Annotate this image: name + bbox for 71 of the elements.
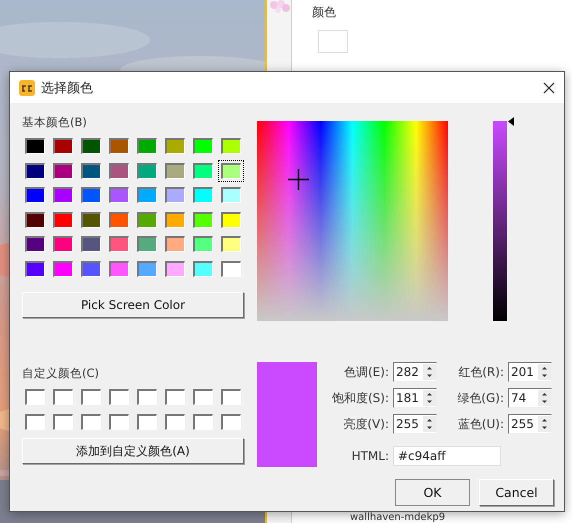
field-label: 红色(R): [457, 364, 504, 380]
color-swatch[interactable] [50, 135, 76, 157]
color-swatch[interactable] [50, 184, 76, 206]
custom-color-swatch[interactable] [53, 414, 73, 430]
field-label: 饱和度(S): [330, 390, 389, 406]
custom-color-swatch[interactable] [53, 389, 73, 405]
blossom-icon [269, 0, 291, 14]
custom-color-swatch[interactable] [193, 389, 213, 405]
color-swatch[interactable] [22, 233, 48, 255]
color-swatch[interactable] [78, 135, 104, 157]
color-box[interactable] [318, 30, 348, 53]
color-swatch[interactable] [190, 233, 216, 255]
color-swatch[interactable] [218, 184, 244, 206]
custom-color-swatch[interactable] [109, 414, 129, 430]
custom-color-swatch[interactable] [25, 389, 45, 405]
dialog-button[interactable]: Cancel [479, 479, 554, 506]
spin-box[interactable]: 255 [508, 414, 552, 434]
color-swatch[interactable] [106, 233, 132, 255]
color-swatch[interactable] [106, 184, 132, 206]
html-input-field[interactable]: #c94aff [393, 446, 501, 466]
custom-color-swatch[interactable] [165, 389, 185, 405]
custom-color-swatch[interactable] [221, 414, 241, 430]
custom-color-swatch[interactable] [25, 414, 45, 430]
color-swatch[interactable] [22, 184, 48, 206]
section-label: 基本颜色(B) [22, 115, 88, 130]
color-swatch[interactable] [162, 233, 188, 255]
color-swatch[interactable] [50, 233, 76, 255]
field-label: 蓝色(U): [456, 416, 504, 432]
window-title: 选择颜色 [41, 80, 94, 96]
color-swatch[interactable] [78, 233, 104, 255]
app-icon [19, 80, 35, 96]
spin-box[interactable]: 255 [393, 414, 437, 434]
field-label: HTML: [350, 448, 389, 465]
color-swatch[interactable] [22, 135, 48, 157]
custom-color-swatch[interactable] [109, 389, 129, 405]
close-icon[interactable] [543, 82, 555, 94]
custom-color-swatch[interactable] [165, 414, 185, 430]
file-name: wallhaven-mdekp9 [350, 513, 446, 523]
panel-label: 颜色 [312, 4, 337, 21]
color-swatch[interactable] [218, 160, 244, 182]
field-label: 色调(E): [343, 364, 389, 380]
color-swatch[interactable] [134, 233, 160, 255]
color-spectrum[interactable] [257, 121, 448, 321]
color-swatch[interactable] [78, 184, 104, 206]
field-label: 亮度(V): [342, 416, 389, 432]
luminance-pointer-icon[interactable] [508, 117, 514, 126]
section-label: 自定义颜色(C) [22, 366, 100, 381]
color-swatch[interactable] [134, 184, 160, 206]
spin-box[interactable]: 181 [393, 388, 437, 408]
custom-color-swatch[interactable] [81, 389, 101, 405]
crosshair-icon[interactable] [288, 169, 310, 190]
custom-color-swatch[interactable] [81, 414, 101, 430]
field-label: 绿色(G): [456, 390, 504, 406]
color-swatch[interactable] [190, 135, 216, 157]
spin-box[interactable]: 282 [393, 362, 437, 382]
color-swatch[interactable] [134, 135, 160, 157]
add-custom-color-button[interactable]: 添加到自定义颜色(A) [22, 438, 244, 464]
custom-color-swatch[interactable] [193, 414, 213, 430]
spin-box[interactable]: 201 [508, 362, 552, 382]
custom-color-swatch[interactable] [137, 414, 157, 430]
spin-box[interactable]: 74 [508, 388, 552, 408]
dialog-button[interactable]: OK [395, 479, 470, 506]
custom-color-swatch[interactable] [221, 389, 241, 405]
pick-screen-color-button[interactable]: Pick Screen Color [22, 292, 244, 318]
color-swatch[interactable] [218, 233, 244, 255]
color-swatch[interactable] [218, 135, 244, 157]
color-swatch[interactable] [106, 135, 132, 157]
color-swatch[interactable] [162, 135, 188, 157]
color-swatch[interactable] [162, 184, 188, 206]
color-swatch[interactable] [190, 184, 216, 206]
custom-color-swatch[interactable] [137, 389, 157, 405]
